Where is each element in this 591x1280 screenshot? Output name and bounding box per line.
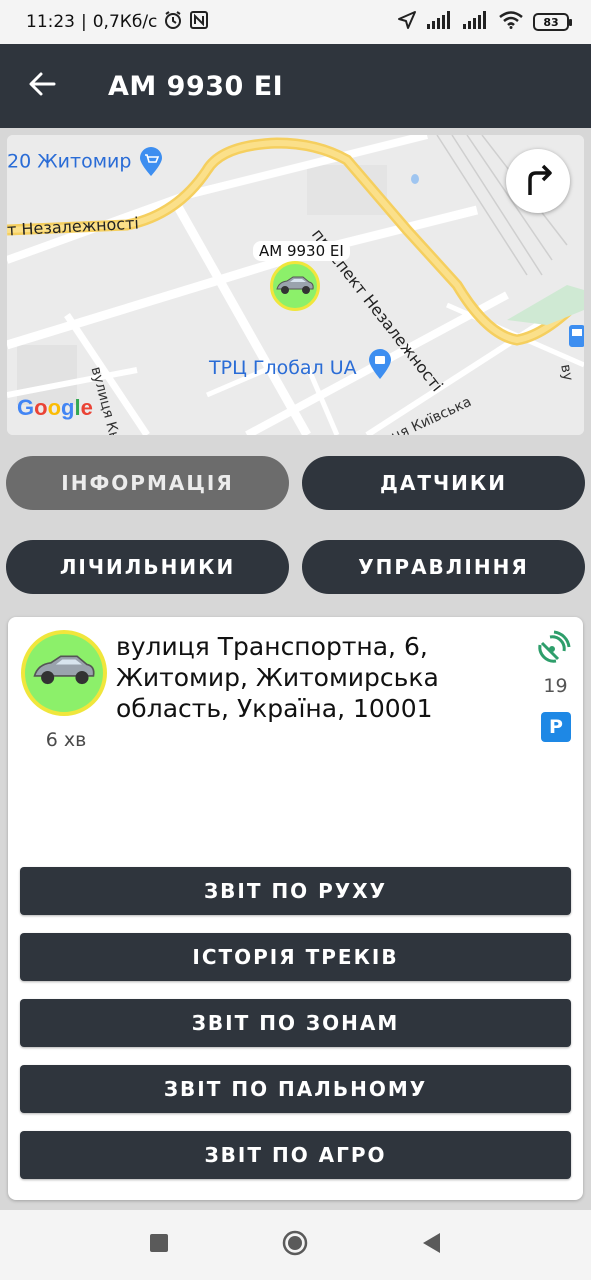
alarm-icon xyxy=(163,10,183,35)
battery-level: 83 xyxy=(543,15,559,29)
arrow-left-icon xyxy=(28,70,56,102)
status-left: 11:23 | 0,7Кб/с xyxy=(26,10,209,35)
info-card: 6 хв вулиця Транспортна, 6, Житомир, Жит… xyxy=(8,617,583,1200)
shopping-bag-icon xyxy=(367,348,393,380)
location-arrow-icon xyxy=(397,10,417,35)
parking-badge: P xyxy=(541,712,571,742)
status-speed: 0,7Кб/с xyxy=(92,12,158,32)
map-view[interactable]: 20 Житомир т Незалежності проспект Незал… xyxy=(7,135,584,435)
satellite-icon xyxy=(536,629,572,665)
tab-control[interactable]: УПРАВЛІННЯ xyxy=(302,540,585,594)
report-agro-button[interactable]: ЗВІТ ПО АГРО xyxy=(20,1131,571,1179)
car-icon xyxy=(31,653,97,693)
satellite-count: 19 xyxy=(543,675,568,697)
vehicle-address: вулиця Транспортна, 6, Житомир, Житомирс… xyxy=(116,632,439,723)
directions-button[interactable] xyxy=(506,149,570,213)
back-button[interactable] xyxy=(0,44,84,128)
map-label-edge: ву xyxy=(557,363,576,383)
turn-right-arrow-icon xyxy=(520,163,556,199)
shopping-cart-icon xyxy=(138,147,164,177)
nfc-icon xyxy=(189,10,209,35)
signal-icon xyxy=(463,10,489,34)
tab-information[interactable]: ІНФОРМАЦІЯ xyxy=(6,456,289,510)
status-separator: | xyxy=(81,12,87,32)
report-fuel-button[interactable]: ЗВІТ ПО ПАЛЬНОМУ xyxy=(20,1065,571,1113)
system-nav-bar xyxy=(0,1210,591,1280)
status-bar: 11:23 | 0,7Кб/с 83 xyxy=(0,0,591,44)
vehicle-marker-label: AM 9930 EI xyxy=(253,241,350,261)
transit-icon xyxy=(569,325,584,347)
map-label-place-text: 20 Житомир xyxy=(7,150,132,173)
page-title: AM 9930 EI xyxy=(108,70,284,102)
battery-icon: 83 xyxy=(533,13,572,31)
status-time: 11:23 xyxy=(26,12,75,32)
circle-home-icon xyxy=(282,1230,308,1260)
report-zones-button[interactable]: ЗВІТ ПО ЗОНАМ xyxy=(20,999,571,1047)
map-label-mall: ТРЦ Глобал UA xyxy=(209,357,357,379)
map-label-place: 20 Житомир xyxy=(7,147,164,177)
car-icon xyxy=(275,275,315,297)
back-nav-button[interactable] xyxy=(418,1232,444,1258)
recents-button[interactable] xyxy=(146,1232,172,1258)
home-button[interactable] xyxy=(282,1230,308,1260)
vehicle-avatar xyxy=(21,630,107,716)
last-update-time: 6 хв xyxy=(45,729,87,751)
square-recents-icon xyxy=(149,1233,169,1257)
triangle-back-icon xyxy=(421,1232,441,1258)
wifi-icon xyxy=(499,10,523,34)
vehicle-marker[interactable] xyxy=(270,261,320,311)
report-movement-button[interactable]: ЗВІТ ПО РУХУ xyxy=(20,867,571,915)
status-right: 83 xyxy=(397,10,572,35)
google-logo: Google xyxy=(17,395,93,420)
tab-sensors[interactable]: ДАТЧИКИ xyxy=(302,456,585,510)
signal-icon xyxy=(427,10,453,34)
app-bar: AM 9930 EI xyxy=(0,44,591,128)
tab-counters[interactable]: ЛІЧИЛЬНИКИ xyxy=(6,540,289,594)
track-history-button[interactable]: ІСТОРІЯ ТРЕКІВ xyxy=(20,933,571,981)
